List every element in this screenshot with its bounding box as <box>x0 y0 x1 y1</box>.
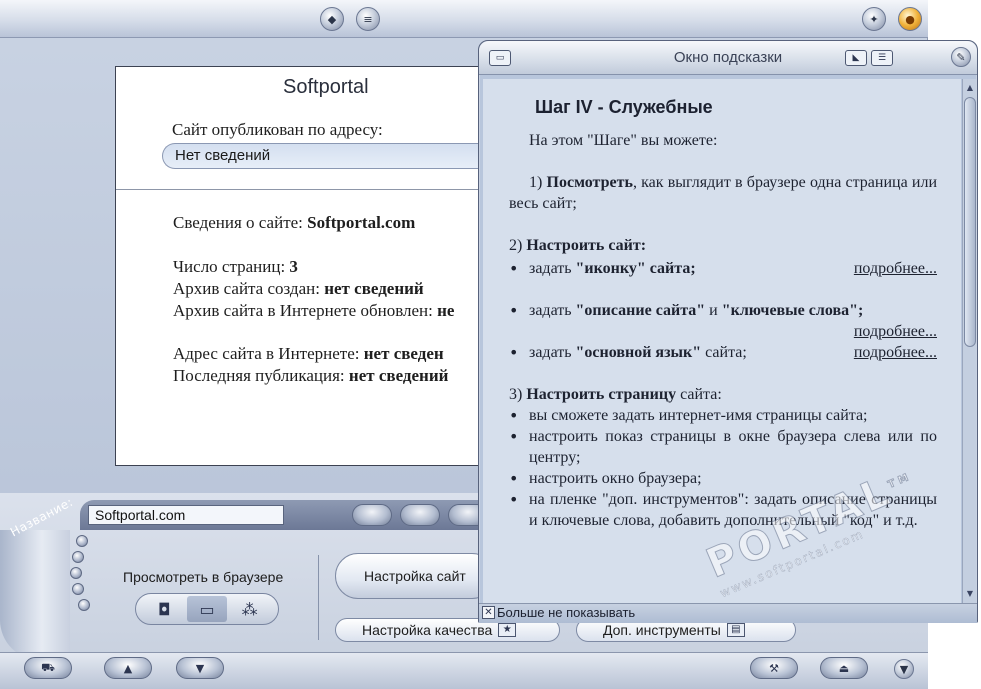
scroll-down-icon[interactable]: ▼ <box>963 587 977 601</box>
view-mode-group: ◘ ▭ ⁂ <box>135 593 279 625</box>
help-footer: ✕ Больше не показывать <box>479 603 977 623</box>
list-item: задать "иконку" сайта; подробнее... <box>509 258 937 279</box>
help-intro: На этом "Шаге" вы можете: <box>529 132 718 149</box>
vertical-separator <box>318 555 319 640</box>
image-icon: ▤ <box>726 623 745 637</box>
dot-icon <box>76 535 88 547</box>
divider <box>116 189 494 190</box>
dot-icon <box>72 551 84 563</box>
dot-icon <box>70 567 82 579</box>
left-frame-curve <box>0 530 70 660</box>
wrench-icon[interactable]: ⚒ <box>750 657 798 679</box>
site-name-field[interactable]: Softportal.com <box>88 505 284 525</box>
last-publication: Последняя публикация: нет сведений <box>173 366 449 385</box>
help-step-page: 3) Настроить страницу сайта: <box>509 386 722 403</box>
help-close-icon[interactable]: ✎ <box>951 47 971 67</box>
archive-updated: Архив сайта в Интернете обновлен: не <box>173 301 455 320</box>
pointer-icon[interactable]: ◣ <box>845 50 867 66</box>
help-title-bar[interactable]: ▭ Окно подсказки ◣ ☰ ✎ <box>479 41 977 75</box>
nav-arrows-icon[interactable]: ◆ <box>320 7 344 31</box>
help-step-site: 2) Настроить сайт: <box>509 237 647 254</box>
scroll-up-icon[interactable]: ▲ <box>963 81 977 95</box>
more-link-icon[interactable]: подробнее... <box>854 258 937 279</box>
dont-show-label[interactable]: Больше не показывать <box>497 605 635 620</box>
site-settings-button[interactable]: Настройка сайт <box>335 553 495 599</box>
list-item: настроить окно браузера; <box>509 468 937 489</box>
help-window: ▭ Окно подсказки ◣ ☰ ✎ Шаг IV - Служебны… <box>478 40 978 623</box>
list-icon[interactable]: ☰ <box>871 50 893 66</box>
cart-icon[interactable]: ⛟ <box>24 657 72 679</box>
down-arrow-icon[interactable]: ▼ <box>176 657 224 679</box>
published-address-field[interactable]: Нет сведений <box>162 143 495 169</box>
film-prev-button[interactable] <box>352 504 392 526</box>
settings-icon[interactable]: ✦ <box>862 7 886 31</box>
expand-down-icon[interactable]: ▼ <box>894 659 914 679</box>
help-body: Шаг IV - Служебные На этом "Шаге" вы мож… <box>483 79 961 603</box>
help-flame-icon[interactable]: ● <box>898 7 922 31</box>
dot-icon <box>72 583 84 595</box>
help-step-view: 1) Посмотреть, как выглядит в браузере о… <box>509 174 937 212</box>
page-count: Число страниц: 3 <box>173 257 298 276</box>
archive-created: Архив сайта создан: нет сведений <box>173 279 424 298</box>
star-icon: ★ <box>498 623 517 637</box>
help-text: Шаг IV - Служебные На этом "Шаге" вы мож… <box>509 97 937 531</box>
top-toolbar: ◆ ≡ ✦ ● <box>0 0 928 38</box>
content-title: Softportal <box>283 76 369 98</box>
list-item: вы сможете задать интернет-имя страницы … <box>509 405 937 426</box>
view-sitemap-icon[interactable]: ⁂ <box>229 596 270 622</box>
view-in-browser-label: Просмотреть в браузере <box>123 569 284 585</box>
up-arrow-icon[interactable]: ▲ <box>104 657 152 679</box>
list-item: задать "описание сайта" и "ключевые слов… <box>509 300 937 340</box>
site-address: Адрес сайта в Интернете: нет сведен <box>173 344 444 363</box>
site-info: Сведения о сайте: Softportal.com <box>173 213 416 232</box>
dont-show-checkbox[interactable]: ✕ <box>482 606 495 619</box>
help-heading: Шаг IV - Служебные <box>535 97 713 117</box>
site-settings-list: задать "иконку" сайта; подробнее... зада… <box>509 258 937 363</box>
eject-icon[interactable]: ⏏ <box>820 657 868 679</box>
help-scrollbar[interactable]: ▲ ▼ <box>962 79 976 603</box>
list-item: настроить показ страницы в окне браузера… <box>509 426 937 468</box>
list-item: задать "основной язык" сайта; подробнее.… <box>509 342 937 363</box>
menu-icon[interactable]: ≡ <box>356 7 380 31</box>
view-page-icon[interactable]: ◘ <box>144 596 185 622</box>
list-item: на пленке "доп. инструментов": задать оп… <box>509 489 937 531</box>
more-link-description[interactable]: подробнее... <box>854 321 937 342</box>
film-pause-button[interactable] <box>400 504 440 526</box>
page-settings-list: вы сможете задать интернет-имя страницы … <box>509 405 937 531</box>
view-monitor-icon[interactable]: ▭ <box>186 596 228 622</box>
published-label: Сайт опубликован по адресу: <box>172 120 383 139</box>
more-link-language[interactable]: подробнее... <box>854 342 937 363</box>
help-title: Окно подсказки <box>673 49 783 66</box>
dot-icon <box>78 599 90 611</box>
decorative-dots <box>70 535 110 625</box>
scroll-thumb[interactable] <box>964 97 976 347</box>
